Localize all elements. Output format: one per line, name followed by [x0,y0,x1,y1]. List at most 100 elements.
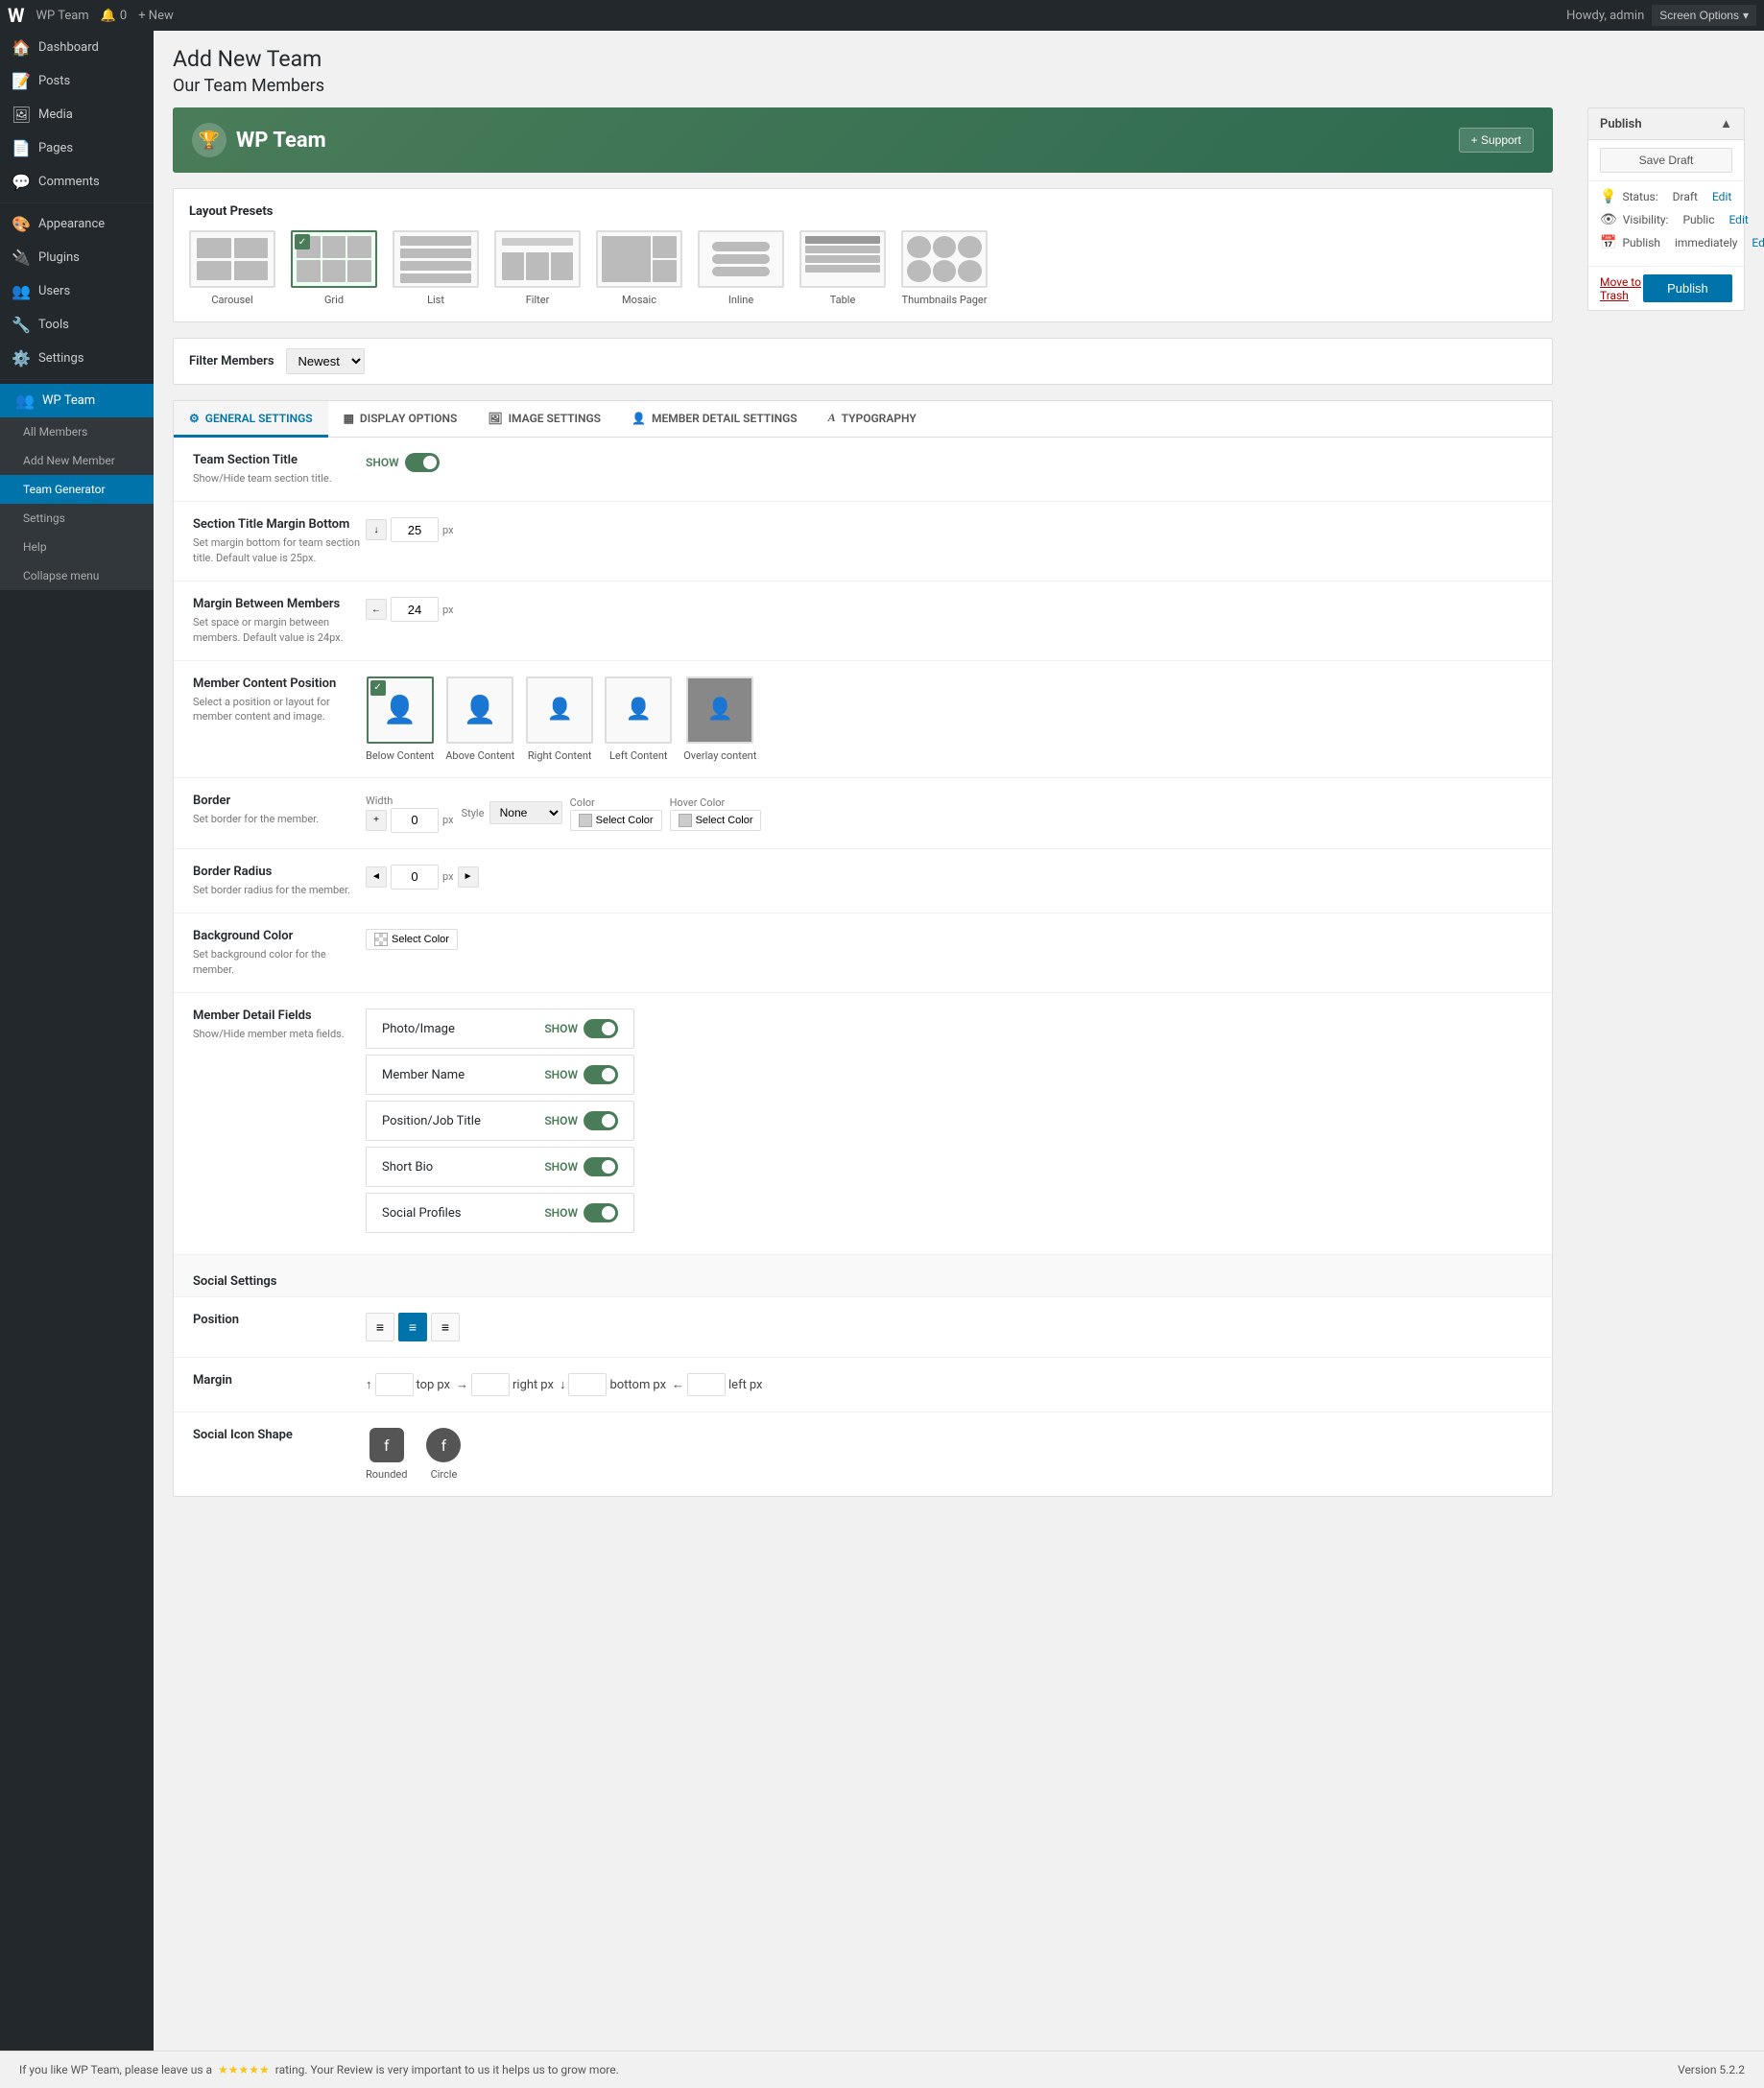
admin-bar-site[interactable]: WP Team [36,9,89,23]
sidebar-item-collapse[interactable]: Collapse menu [0,561,154,590]
margin-bottom-unit: px [653,1378,666,1392]
tab-image-label: IMAGE SETTINGS [509,412,601,425]
tab-display[interactable]: ▦ DISPLAY OPTIONS [328,401,473,438]
toggle-bio[interactable]: SHOW [544,1157,618,1176]
preset-grid[interactable]: ✓ Grid [291,230,377,306]
num-down-section-margin[interactable]: ↓ [366,519,387,540]
pos-icon-right[interactable]: ≡ [431,1313,460,1341]
pos-icon-center[interactable]: ≡ [398,1313,427,1341]
num-down-margin-between[interactable]: ← [366,599,387,620]
detail-field-name-position: Position/Job Title [382,1114,481,1128]
sidebar-item-users[interactable]: 👥 Users [0,274,154,308]
sidebar-item-settings[interactable]: ⚙️ Settings [0,342,154,375]
position-option-above[interactable]: 👤 Above Content [445,676,514,762]
margin-right-input[interactable] [471,1373,510,1396]
save-draft-button[interactable]: Save Draft [1600,148,1732,173]
support-button[interactable]: + Support [1459,128,1534,153]
margin-top-unit: px [437,1378,450,1392]
num-wrap-margin-between: ← px [366,597,454,622]
screen-options-button[interactable]: Screen Options ▾ [1652,5,1756,26]
margin-bottom-input[interactable] [568,1373,607,1396]
sidebar-item-add-new-member[interactable]: Add New Member [0,446,154,475]
edit-visibility-link[interactable]: Edit [1728,213,1748,226]
num-input-section-margin[interactable] [391,517,439,542]
preset-mosaic[interactable]: Mosaic [596,230,682,306]
toggle-photo[interactable]: SHOW [544,1019,618,1038]
publish-time-label: Publish [1622,236,1660,249]
label-social-position: Position [193,1313,366,1327]
publish-button[interactable]: Publish [1643,274,1732,302]
margin-left-input[interactable] [687,1373,726,1396]
position-option-right[interactable]: 👤 Right Content [526,676,593,762]
sidebar-item-appearance[interactable]: 🎨 Appearance [0,207,154,241]
toggle-slider-bio [584,1157,618,1176]
admin-bar-notifications[interactable]: 🔔 0 [101,9,128,23]
tab-general[interactable]: ⚙ GENERAL SETTINGS [174,401,328,438]
tab-member-detail[interactable]: 👤 MEMBER DETAIL SETTINGS [616,401,813,438]
tm3 [653,260,677,282]
toggle-slider-photo [584,1019,618,1038]
toggle-switch-social[interactable] [584,1203,618,1222]
sidebar-item-team-settings[interactable]: Settings [0,504,154,533]
pos-icon-left[interactable]: ≡ [366,1313,394,1341]
edit-status-link[interactable]: Edit [1712,190,1731,203]
shape-option-rounded[interactable]: f Rounded [366,1428,407,1481]
setting-border: Border Set border for the member. Width … [174,778,1552,849]
num-input-margin-between[interactable] [391,597,439,622]
preset-carousel[interactable]: Carousel [189,230,275,306]
sidebar-item-wp-team[interactable]: 👥 WP Team [0,384,154,417]
background-color-picker[interactable]: Select Color [366,929,458,950]
toggle-member-name[interactable]: SHOW [544,1065,618,1084]
toggle-team-section-title[interactable]: SHOW [366,453,440,472]
margin-top-input[interactable] [375,1373,414,1396]
position-option-overlay[interactable]: 👤 Overlay content [683,676,756,762]
preset-thumbnails[interactable]: Thumbnails Pager [901,230,988,306]
toggle-position[interactable]: SHOW [544,1111,618,1130]
sidebar-item-media[interactable]: 🖼 Media [0,98,154,131]
position-option-left[interactable]: 👤 Left Content [605,676,672,762]
preset-inline[interactable]: Inline [698,230,784,306]
sidebar-item-help[interactable]: Help [0,533,154,561]
border-style-select[interactable]: None Solid Dashed [489,801,562,824]
sidebar-item-dashboard[interactable]: 🏠 Dashboard [0,31,154,64]
preset-list[interactable]: List [393,230,479,306]
toggle-switch-member-name[interactable] [584,1065,618,1084]
num-left-border-radius[interactable]: ◄ [366,866,387,888]
num-input-border-radius[interactable] [391,865,439,890]
toggle-switch-bio[interactable] [584,1157,618,1176]
publish-toggle[interactable]: ▲ [1720,116,1732,131]
wp-logo[interactable]: W [8,4,25,27]
toggle-social[interactable]: SHOW [544,1203,618,1222]
toggle-slider-team-section-title [405,453,440,472]
sidebar-item-posts[interactable]: 📝 Posts [0,64,154,98]
tab-typography[interactable]: A TYPOGRAPHY [813,401,932,438]
border-hover-color-picker[interactable]: Select Color [670,810,762,831]
sidebar-item-pages[interactable]: 📄 Pages [0,131,154,165]
tab-image[interactable]: 🖼 IMAGE SETTINGS [472,401,616,438]
detail-field-photo: Photo/Image SHOW [366,1008,634,1049]
border-width-input[interactable] [391,808,439,833]
preset-filter[interactable]: Filter [494,230,581,306]
toggle-switch-team-section-title[interactable] [405,453,440,472]
filter-select[interactable]: Newest Oldest A-Z Z-A [286,348,365,374]
setting-background-color: Background Color Set background color fo… [174,914,1552,993]
border-color-picker[interactable]: Select Color [570,810,662,831]
border-width-down[interactable]: + [366,810,387,831]
sidebar-item-comments[interactable]: 💬 Comments [0,165,154,199]
move-to-trash-link[interactable]: Move to Trash [1600,275,1643,302]
preset-label-thumbnails: Thumbnails Pager [902,294,988,306]
sidebar-item-tools[interactable]: 🔧 Tools [0,308,154,342]
edit-time-link[interactable]: Edit [1752,236,1764,249]
sidebar-item-plugins[interactable]: 🔌 Plugins [0,241,154,274]
footer-stars[interactable]: ★★★★★ [218,2063,270,2076]
position-label-below: Below Content [366,749,434,762]
num-right-border-radius[interactable]: ► [458,866,479,888]
sidebar-item-all-members[interactable]: All Members [0,417,154,446]
toggle-switch-photo[interactable] [584,1019,618,1038]
admin-bar-new[interactable]: + New [138,9,174,23]
sidebar-item-team-generator[interactable]: Team Generator [0,475,154,504]
position-option-below[interactable]: ✓ 👤 Below Content [366,676,434,762]
toggle-switch-position[interactable] [584,1111,618,1130]
shape-option-circle[interactable]: f Circle [426,1428,461,1481]
preset-table[interactable]: Table [799,230,886,306]
